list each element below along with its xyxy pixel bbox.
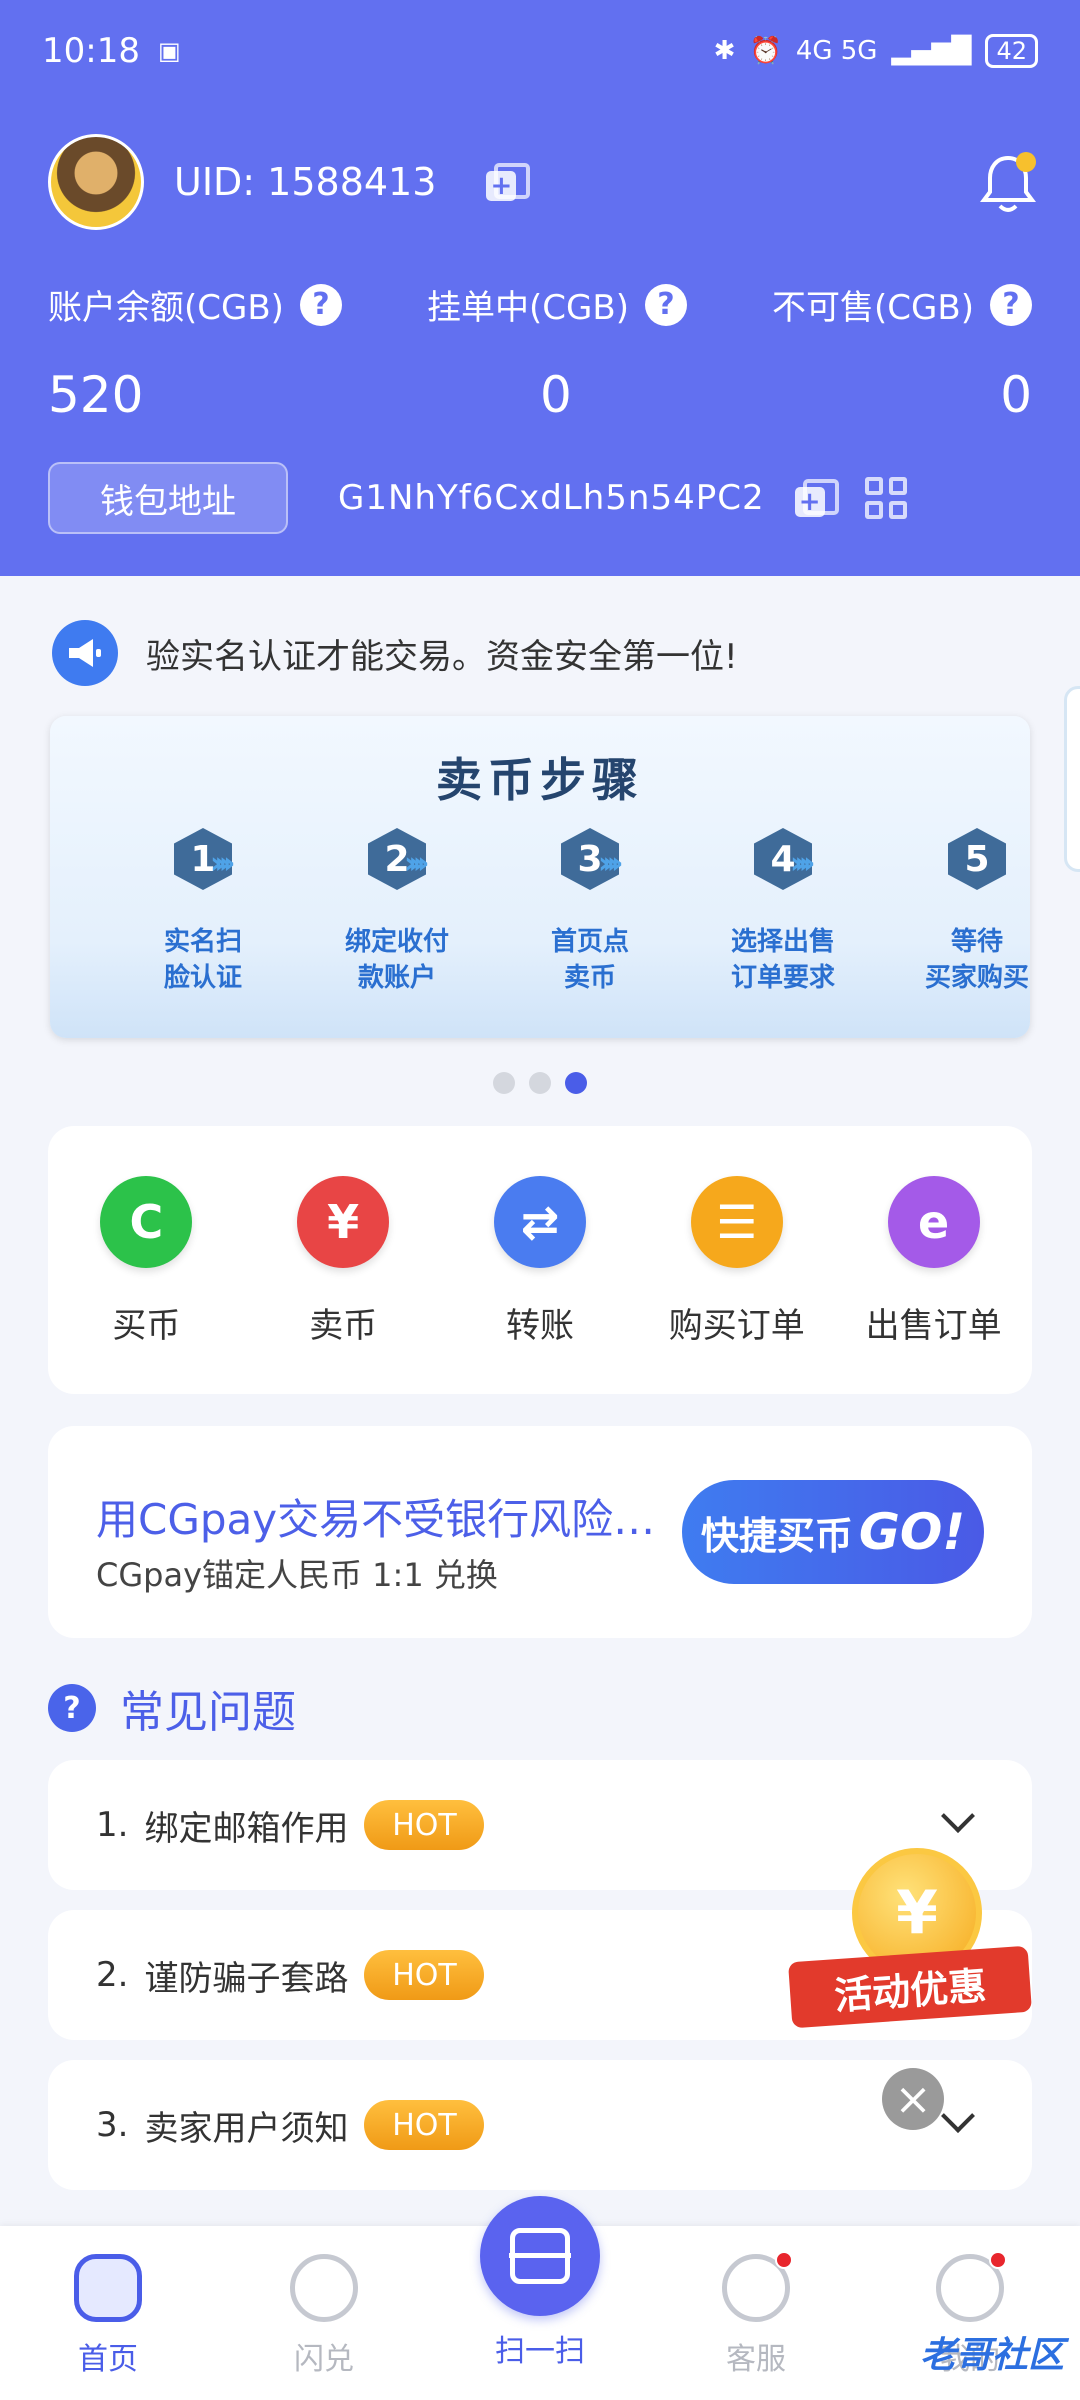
battery-icon: 42 (985, 34, 1038, 68)
hot-badge: HOT (364, 1950, 485, 2000)
balance-available: 520 (48, 366, 144, 424)
arrow-icon: ›››› (598, 846, 624, 881)
balance-values: 520 0 0 (48, 366, 1032, 426)
wallet-address: G1NhYf6CxdLh5n54PC2 (338, 478, 765, 518)
balance-label-available: 账户余额(CGB) (48, 288, 284, 328)
help-icon[interactable]: ? (989, 283, 1032, 326)
qr-code-icon[interactable] (864, 477, 907, 519)
hot-badge: HOT (364, 1800, 485, 1850)
arrow-icon: ›››› (790, 846, 816, 881)
banner-step: 5 等待 买家购买 (902, 828, 1030, 996)
next-slide-peek (1064, 686, 1080, 872)
account-header: 10:18 ▣ ✱ ⏰ 4G 5G ▂▄▆█ 42 UID: 1588413 账… (0, 0, 1080, 576)
sell-order-icon: e (887, 1176, 980, 1268)
banner-step: 4 选择出售 订单要求 (708, 828, 858, 996)
tab-flash-exchange[interactable]: 闪兑 (244, 2254, 404, 2378)
chevron-down-icon[interactable] (941, 2099, 975, 2133)
chat-icon (722, 2251, 793, 2322)
quick-buy-button[interactable]: 快捷买币 GO! (682, 1480, 984, 1584)
activity-promo-float[interactable]: ¥ 活动优惠 (787, 1848, 1033, 2048)
faq-item-text: 卖家用户须知 (144, 2108, 349, 2149)
help-icon[interactable]: ? (299, 283, 342, 326)
promo-title: 用CGpay交易不受银行风险影响 (96, 1495, 666, 1544)
carousel-dots (0, 1072, 1080, 1094)
user-icon (936, 2251, 1007, 2322)
faq-header: ? 常见问题 (48, 1676, 296, 1740)
banner-step: 2 绑定收付 款账户 (322, 828, 472, 996)
carousel-dot[interactable] (493, 1072, 515, 1094)
action-label: 出售订单 (865, 1306, 1002, 1346)
balance-labels: 账户余额(CGB)? 挂单中(CGB)? 不可售(CGB)? (48, 280, 1032, 329)
sell-coin-icon: ¥ (297, 1176, 390, 1268)
faq-item-text: 谨防骗子套路 (144, 1958, 349, 1999)
sell-orders-button[interactable]: e 出售订单 (844, 1176, 1024, 1394)
alarm-icon: ⏰ (749, 36, 782, 66)
action-label: 转账 (505, 1306, 574, 1346)
profile-row: UID: 1588413 (48, 134, 531, 230)
buy-order-icon: ☰ (690, 1176, 783, 1268)
banner-title: 卖币步骤 (436, 753, 644, 807)
faq-title: 常见问题 (120, 1687, 296, 1738)
banner-step: 3 首页点 卖币 (515, 828, 665, 996)
avatar[interactable] (48, 134, 144, 230)
balance-label-locked: 不可售(CGB) (772, 288, 974, 328)
watermark: 老哥社区 (919, 2335, 1064, 2376)
notification-bell-icon[interactable] (978, 150, 1038, 216)
quick-actions: C 买币 ¥ 卖币 ⇄ 转账 ☰ 购买订单 e 出售订单 (48, 1126, 1032, 1394)
close-icon[interactable]: × (882, 2068, 944, 2130)
copy-address-icon[interactable] (794, 479, 839, 517)
wallet-row: 钱包地址 G1NhYf6CxdLh5n54PC2 (48, 462, 1032, 534)
balance-locked: 0 (1000, 366, 1032, 424)
balance-pending: 0 (540, 366, 572, 424)
buy-coin-icon: C (100, 1176, 193, 1268)
sell-steps-banner[interactable]: 卖币步骤 1 实名扫 脸认证 ›››› 2 绑定收付 款账户 ›››› 3 首页点 卖… (50, 716, 1030, 1038)
activity-label: 活动优惠 (787, 1945, 1033, 2029)
question-icon: ? (48, 1684, 96, 1732)
carousel-dot[interactable] (529, 1072, 551, 1094)
notice-text: 验实名认证才能交易。资金安全第一位! (146, 636, 738, 677)
balance-label-pending: 挂单中(CGB) (427, 288, 629, 328)
copy-uid-icon[interactable] (486, 163, 531, 201)
notice-bar: 验实名认证才能交易。资金安全第一位! (52, 620, 1028, 686)
action-label: 卖币 (309, 1306, 378, 1346)
action-label: 购买订单 (668, 1306, 805, 1346)
action-label: 买币 (112, 1306, 181, 1346)
signal-indicators: 4G 5G (795, 36, 878, 66)
megaphone-icon (52, 620, 118, 686)
help-icon[interactable]: ? (644, 283, 687, 326)
banner-step: 1 实名扫 脸认证 (128, 828, 278, 996)
transfer-button[interactable]: ⇄ 转账 (450, 1176, 630, 1394)
faq-item[interactable]: 3. 卖家用户须知 HOT (48, 2060, 1032, 2190)
buy-coin-button[interactable]: C 买币 (56, 1176, 236, 1394)
scan-label: 扫一扫 (495, 2334, 585, 2369)
promo-subtitle: CGpay锚定人民币 1:1 兑换 (96, 1556, 498, 1594)
sell-coin-button[interactable]: ¥ 卖币 (253, 1176, 433, 1394)
home-icon (74, 2254, 142, 2322)
user-id: UID: 1588413 (174, 160, 437, 204)
bluetooth-icon: ✱ (713, 36, 736, 66)
signal-bars-icon: ▂▄▆█ (891, 36, 972, 66)
buy-orders-button[interactable]: ☰ 购买订单 (647, 1176, 827, 1394)
status-bar: 10:18 ▣ ✱ ⏰ 4G 5G ▂▄▆█ 42 (42, 26, 1038, 76)
chevron-down-icon[interactable] (941, 1799, 975, 1833)
hot-badge: HOT (364, 2100, 485, 2150)
lightning-icon (290, 2254, 358, 2322)
app-notification-icon: ▣ (157, 37, 181, 65)
arrow-icon: ›››› (210, 846, 236, 881)
arrow-icon: ›››› (404, 846, 430, 881)
faq-item-text: 绑定邮箱作用 (144, 1808, 349, 1849)
wallet-address-button[interactable]: 钱包地址 (48, 462, 288, 534)
promo-card: 用CGpay交易不受银行风险影响 CGpay锚定人民币 1:1 兑换 快捷买币 G… (48, 1426, 1032, 1638)
scan-button[interactable] (480, 2196, 600, 2316)
tab-customer-service[interactable]: 客服 (676, 2251, 836, 2378)
transfer-icon: ⇄ (493, 1176, 586, 1268)
status-time: 10:18 (42, 31, 140, 71)
scan-icon (509, 2228, 571, 2284)
carousel-dot-active[interactable] (565, 1072, 587, 1094)
tab-home[interactable]: 首页 (28, 2254, 188, 2378)
